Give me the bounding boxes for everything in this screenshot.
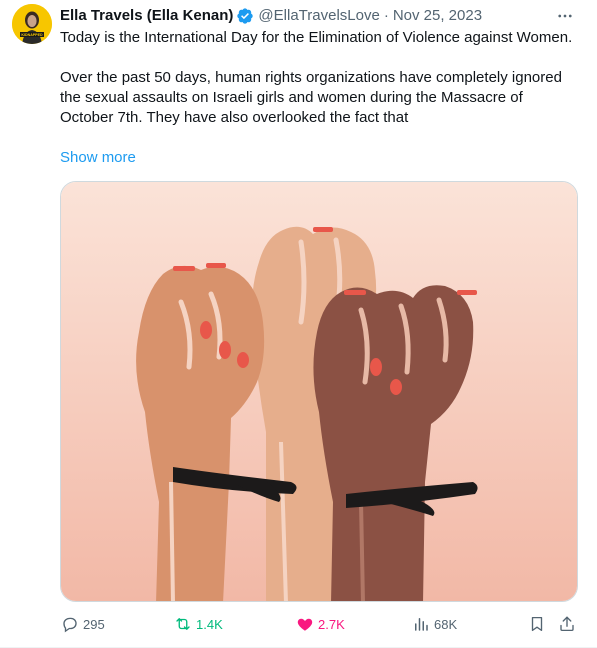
tweet-text: Today is the International Day for the E… [60, 28, 580, 128]
tweet-paragraph: Today is the International Day for the E… [60, 29, 573, 46]
tweet-header: Ella Travels (Ella Kenan) @EllaTravelsLo… [60, 6, 482, 26]
share-button[interactable] [557, 612, 577, 636]
heart-icon [295, 614, 315, 634]
view-count: 68K [434, 616, 458, 632]
avatar[interactable]: KIDNAPPED [12, 4, 52, 44]
bookmark-icon [527, 614, 547, 634]
tweet-actions: 295 1.4K 2.7K 68K [60, 612, 580, 636]
reply-icon [60, 614, 80, 634]
raised-fists-illustration [61, 182, 577, 601]
retweet-button[interactable]: 1.4K [173, 612, 223, 636]
author-display-name[interactable]: Ella Travels (Ella Kenan) [60, 6, 233, 26]
tweet-date[interactable]: Nov 25, 2023 [393, 6, 482, 26]
retweet-count: 1.4K [196, 616, 223, 632]
retweet-icon [173, 614, 193, 634]
tweet-paragraph: Over the past 50 days, human rights orga… [60, 69, 562, 126]
share-icon [557, 614, 577, 634]
views-button[interactable]: 68K [411, 612, 457, 636]
verified-badge-icon [236, 7, 254, 25]
more-options-button[interactable] [553, 4, 577, 28]
avatar-badge-text: KIDNAPPED [21, 33, 43, 37]
reply-count: 295 [83, 616, 105, 632]
header-separator: · [383, 7, 389, 24]
tweet-media-image[interactable] [60, 181, 578, 602]
like-count: 2.7K [318, 616, 345, 632]
views-chart-icon [411, 614, 431, 634]
bookmark-button[interactable] [527, 612, 547, 636]
tweet[interactable]: KIDNAPPED Ella Travels (Ella Kenan) @Ell… [0, 0, 597, 648]
like-button[interactable]: 2.7K [295, 612, 345, 636]
author-handle[interactable]: @EllaTravelsLove [258, 6, 379, 26]
show-more-link[interactable]: Show more [60, 148, 136, 168]
more-horizontal-icon [558, 14, 572, 18]
reply-button[interactable]: 295 [60, 612, 105, 636]
